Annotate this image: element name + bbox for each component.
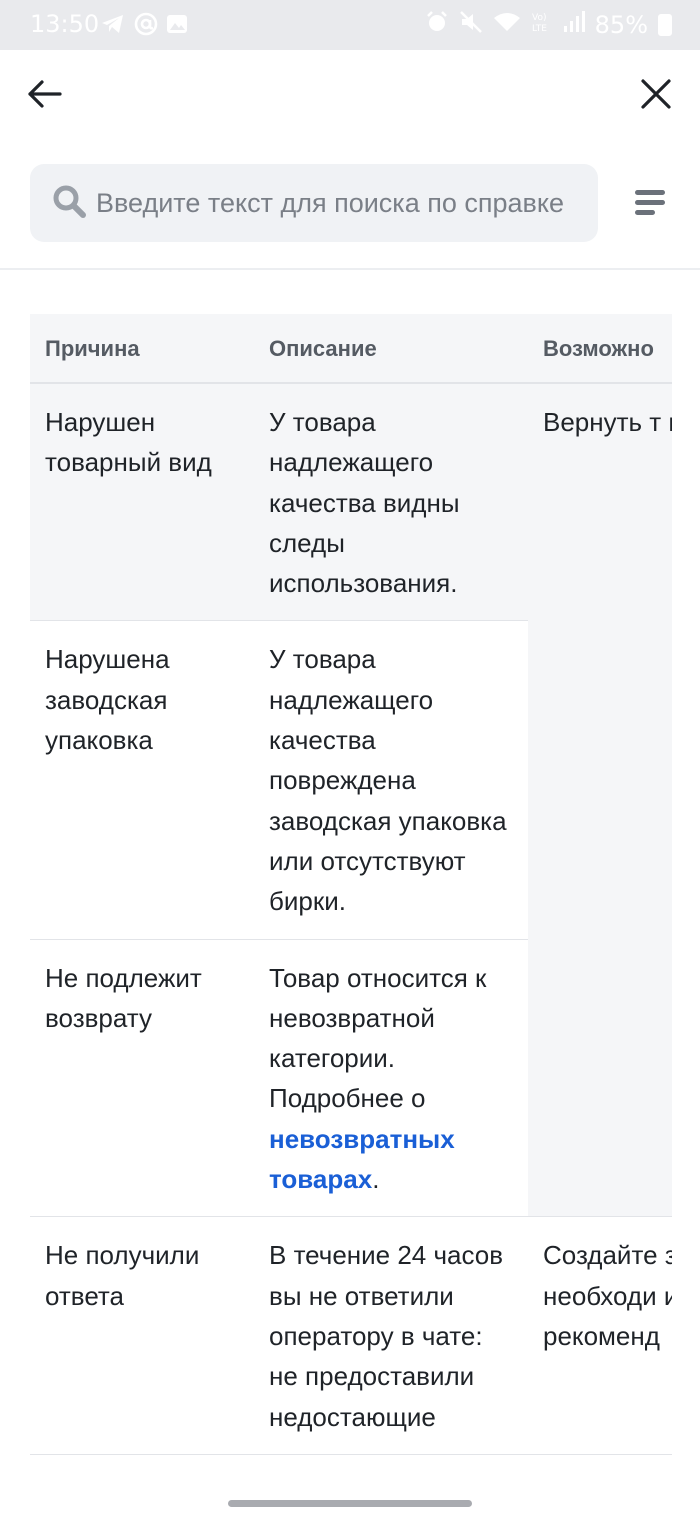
non-returnable-goods-link[interactable]: невозвратных товарах <box>269 1124 455 1194</box>
menu-icon-line-3 <box>635 210 655 215</box>
cell-reason: Не получили ответа <box>30 1216 254 1455</box>
mute-icon <box>459 10 483 40</box>
reasons-table: Причина Описание Возможно Нарушен товарн… <box>30 314 672 1455</box>
cell-possible: Создайте заявку со необходи информац рек… <box>528 1216 672 1455</box>
status-bar: 13:50 Vo) LTE 85% <box>0 0 700 50</box>
cell-reason: Не подлежит возврату <box>30 939 254 1218</box>
cell-reason: Нарушена заводская упаковка <box>30 620 254 940</box>
wifi-icon <box>493 11 521 39</box>
cell-possible-merged: Вернуть т получится <box>528 383 672 1218</box>
volte-icon: Vo) LTE <box>531 10 553 40</box>
table-row: Нарушен товарный вид У товара надлежащег… <box>30 383 672 1218</box>
back-button[interactable] <box>22 74 66 118</box>
reasons-table-container[interactable]: Причина Описание Возможно Нарушен товарн… <box>30 314 672 1504</box>
cell-reason: Нарушен товарный вид <box>30 383 254 622</box>
app-bar <box>0 50 700 150</box>
cell-description: У товара надлежащего качества видны след… <box>254 383 528 622</box>
status-time: 13:50 <box>30 10 100 38</box>
close-icon <box>640 78 672 115</box>
close-button[interactable] <box>634 74 678 118</box>
divider <box>0 268 700 270</box>
menu-icon-line-2 <box>635 200 665 205</box>
search-bar[interactable] <box>30 164 598 242</box>
cell-description: У товара надлежащего качества повреждена… <box>254 620 528 940</box>
telegram-icon <box>100 12 126 42</box>
table-row: Не получили ответа В течение 24 часов вы… <box>30 1216 672 1455</box>
search-input[interactable] <box>96 187 586 219</box>
menu-button[interactable] <box>630 186 670 222</box>
battery-icon <box>658 14 672 36</box>
menu-icon-line-1 <box>635 190 665 195</box>
cell-description: В течение 24 часов вы не ответили операт… <box>254 1216 528 1455</box>
signal-icon <box>563 11 585 39</box>
header-reason: Причина <box>30 314 254 384</box>
gesture-bar[interactable] <box>228 1500 472 1507</box>
image-icon <box>166 13 188 41</box>
header-possible: Возможно <box>528 314 672 384</box>
header-description: Описание <box>254 314 528 384</box>
search-icon <box>52 184 86 223</box>
cell-description: Товар относится к невозвратной категории… <box>254 939 528 1218</box>
at-icon <box>134 12 158 42</box>
alarm-icon <box>425 10 449 40</box>
svg-text:LTE: LTE <box>532 24 547 34</box>
table-header-row: Причина Описание Возможно <box>30 314 672 384</box>
svg-text:Vo): Vo) <box>532 13 546 23</box>
battery-percent: 85% <box>594 11 648 39</box>
arrow-left-icon <box>26 79 62 114</box>
